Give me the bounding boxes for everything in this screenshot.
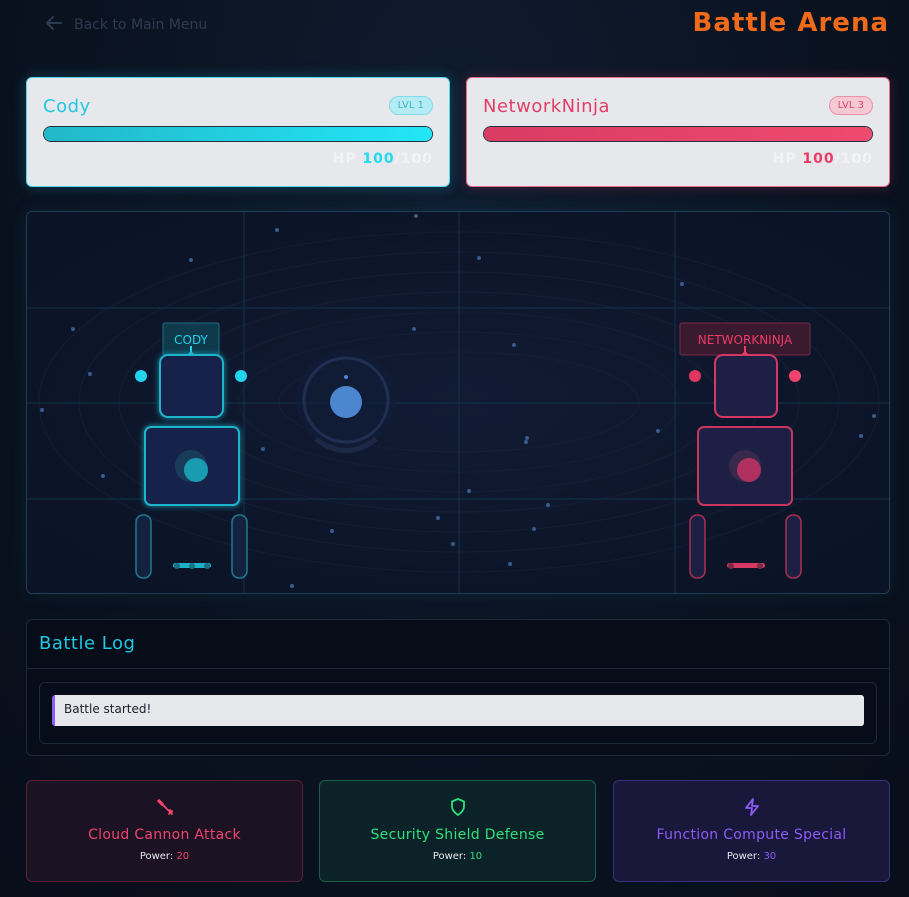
action-name: Cloud Cannon Attack <box>88 827 241 843</box>
player-name: Cody <box>43 96 91 117</box>
action-power: Power: 10 <box>432 851 483 862</box>
lightning-icon <box>614 797 889 819</box>
action-power: Power: 20 <box>139 851 190 862</box>
hp-bar-fill <box>484 127 872 141</box>
arena-tag-networkninja: NETWORKNINJA <box>698 333 793 347</box>
hp-readout: HP 100/100 <box>773 151 873 167</box>
arena-tag-cody: CODY <box>174 333 208 347</box>
back-to-menu-button[interactable]: Back to Main Menu <box>44 13 207 37</box>
hp-max: /100 <box>394 151 433 167</box>
hp-readout: HP 100/100 <box>333 151 433 167</box>
battle-log-list[interactable]: Battle started! <box>39 682 877 744</box>
hp-label: HP <box>332 151 357 167</box>
player-card-cody: Cody LVL 1 HP 100/100 <box>26 77 450 187</box>
top-bar: Back to Main Menu Battle Arena <box>0 0 909 50</box>
battle-arena: CODY NETWORKNINJA <box>26 211 890 594</box>
hp-value: 100 <box>802 151 835 167</box>
action-power: Power: 30 <box>726 851 777 862</box>
hp-bar <box>43 126 433 142</box>
shield-icon <box>320 797 595 819</box>
hp-bar-fill <box>44 127 432 141</box>
battle-log-title: Battle Log <box>39 633 136 654</box>
hp-bar <box>483 126 873 142</box>
action-name: Security Shield Defense <box>370 827 545 843</box>
level-badge: LVL 3 <box>828 96 873 115</box>
function-compute-special-button[interactable]: Function Compute Special Power: 30 <box>613 780 890 882</box>
page-title: Battle Arena <box>692 8 889 38</box>
hp-value: 100 <box>362 151 395 167</box>
log-entry: Battle started! <box>52 695 864 726</box>
level-badge: LVL 1 <box>388 96 433 115</box>
sword-icon <box>27 797 302 819</box>
hp-max: /100 <box>834 151 873 167</box>
divider <box>27 668 889 669</box>
player-name: NetworkNinja <box>483 96 611 117</box>
player-card-networkninja: NetworkNinja LVL 3 HP 100/100 <box>466 77 890 187</box>
arrow-left-icon <box>44 13 64 37</box>
back-label: Back to Main Menu <box>74 17 208 33</box>
action-name: Function Compute Special <box>656 827 847 843</box>
center-orb <box>296 350 396 453</box>
security-shield-defense-button[interactable]: Security Shield Defense Power: 10 <box>319 780 596 882</box>
cloud-cannon-attack-button[interactable]: Cloud Cannon Attack Power: 20 <box>26 780 303 882</box>
battle-log-panel: Battle Log Battle started! <box>26 619 890 756</box>
hp-label: HP <box>772 151 797 167</box>
